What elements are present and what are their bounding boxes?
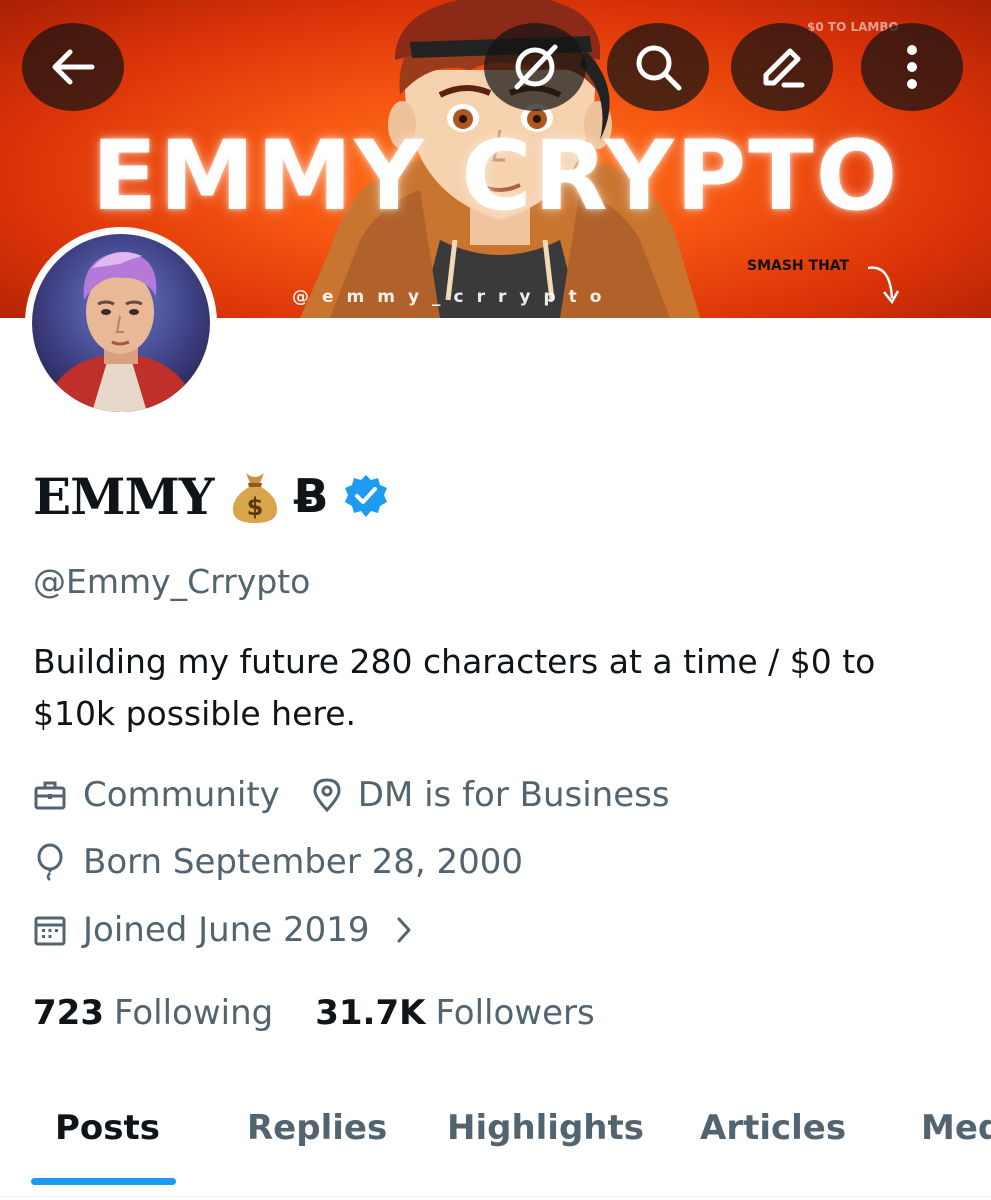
location-item: DM is for Business [312, 775, 670, 815]
bitcoin-symbol: Ƀ [293, 469, 329, 523]
follow-stats: 723 Following 31.7K Followers [33, 990, 595, 1036]
more-options-button[interactable] [861, 23, 963, 111]
tab-highlights[interactable]: Highlights [447, 1108, 644, 1148]
tab-media[interactable]: Media [921, 1108, 991, 1148]
avatar-image [32, 234, 210, 412]
chevron-right-icon [397, 917, 411, 943]
followers-count: 31.7K [315, 993, 426, 1033]
followers-label: Followers [435, 993, 595, 1033]
category-label: Community [83, 775, 280, 815]
display-name: EMMY [33, 466, 214, 526]
profile-meta-row-1: Community DM is for Business [33, 773, 670, 817]
joined-item[interactable]: Joined June 2019 [33, 910, 414, 950]
banner-title: EMMY CRYPTO [91, 120, 900, 232]
edit-profile-button[interactable] [731, 23, 833, 111]
balloon-icon [37, 843, 63, 881]
grok-icon [514, 44, 558, 90]
verified-badge-icon[interactable] [343, 473, 389, 519]
followers-link[interactable]: 31.7K Followers [315, 993, 595, 1033]
profile-meta-row-3[interactable]: Joined June 2019 [33, 908, 414, 952]
profile-tabs: Posts Replies Highlights Articles Media [0, 1090, 991, 1200]
profile-page: EMMY CRYPTO @emmy_crrypto SMASH THAT $0 … [0, 0, 991, 1200]
search-button[interactable] [607, 23, 709, 111]
following-count: 723 [33, 993, 104, 1033]
grok-button[interactable] [484, 23, 586, 111]
arrow-left-icon [52, 49, 95, 85]
profile-avatar[interactable] [25, 227, 217, 419]
profile-bio: Building my future 280 characters at a t… [33, 642, 876, 733]
following-label: Following [113, 993, 274, 1033]
calendar-icon [34, 916, 66, 946]
joined-label: Joined June 2019 [83, 910, 370, 950]
tab-replies[interactable]: Replies [247, 1108, 387, 1148]
location-pin-icon [313, 778, 341, 813]
tab-articles[interactable]: Articles [700, 1108, 846, 1148]
more-vertical-icon [907, 45, 917, 89]
curved-arrow-icon [867, 266, 900, 305]
following-link[interactable]: 723 Following [33, 993, 273, 1033]
active-tab-indicator [31, 1178, 176, 1185]
banner-smash-text: SMASH THAT [747, 258, 850, 274]
svg-text:$: $ [246, 493, 263, 521]
display-name-row: EMMY $ Ƀ [33, 465, 389, 527]
birthday-label: Born September 28, 2000 [83, 842, 524, 882]
category-item: Community [33, 775, 280, 815]
banner-handle-text: @emmy_crrypto [292, 287, 615, 307]
location-label: DM is for Business [357, 775, 670, 815]
tabs-divider [0, 1196, 991, 1197]
tab-posts[interactable]: Posts [55, 1108, 160, 1148]
back-button[interactable] [22, 23, 124, 111]
user-handle: @Emmy_Crrypto [33, 562, 311, 601]
birthday-item: Born September 28, 2000 [33, 842, 523, 882]
edit-icon [763, 48, 805, 88]
profile-meta-row-2: Born September 28, 2000 [33, 840, 523, 884]
money-bag-icon: $ [232, 473, 277, 523]
search-icon [636, 45, 682, 91]
briefcase-icon [34, 781, 66, 810]
